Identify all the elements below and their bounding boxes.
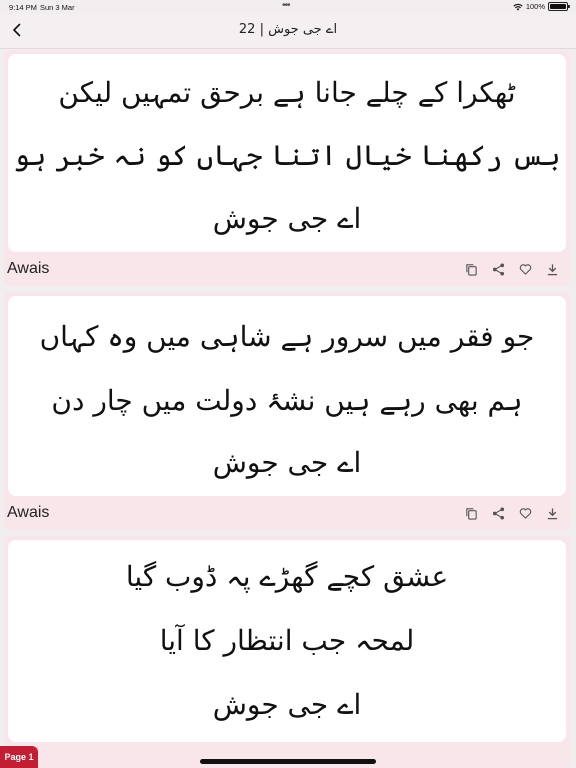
status-date: Sun 3 Mar <box>40 3 75 12</box>
heart-icon <box>519 264 532 275</box>
card-actions <box>464 262 560 277</box>
copy-button[interactable] <box>464 506 479 521</box>
page-badge[interactable]: Page 1 <box>0 746 38 768</box>
copy-icon <box>466 508 477 520</box>
download-icon <box>547 264 558 276</box>
page-title: اے جی جوش | 22 <box>238 22 338 37</box>
verse-line: عشق کچے گھڑے پہ ڈوب گیا <box>125 560 449 593</box>
favorite-button[interactable] <box>518 262 533 277</box>
copy-icon <box>466 264 477 276</box>
copy-button[interactable] <box>464 262 479 277</box>
home-indicator[interactable] <box>200 759 376 764</box>
verse-line: بس رکھنا خیال اتنا جہاں کو نہ خبر ہو <box>13 139 561 172</box>
verse-line: ہم بھی رہے ہیں نشۂ دولت میں چار دن <box>51 384 523 417</box>
battery-icon <box>548 2 570 11</box>
poem-text-box[interactable]: عشق کچے گھڑے پہ ڈوب گیا لمحہ جب انتظار ک… <box>8 540 566 742</box>
poem-text-box[interactable]: جو فقر میں سرور ہے شاہی میں وہ کہاں ہم ب… <box>8 296 566 496</box>
author-name: Awais <box>7 504 50 521</box>
verse-line: لمحہ جب انتظار کا آیا <box>159 624 415 657</box>
favorite-button[interactable] <box>518 506 533 521</box>
download-button[interactable] <box>545 262 560 277</box>
wifi-icon <box>513 3 523 10</box>
share-icon <box>492 263 505 276</box>
verse-line: ٹھکرا کے چلے جانا ہے برحق تمہیں لیکن <box>58 76 516 109</box>
author-name: Awais <box>7 260 50 277</box>
multitasking-dots[interactable]: ••• <box>282 0 290 11</box>
poet-name: اے جی جوش <box>212 202 362 235</box>
verse-line: جو فقر میں سرور ہے شاہی میں وہ کہاں <box>39 320 535 353</box>
poet-name: اے جی جوش <box>212 446 362 479</box>
poem-card: ٹھکرا کے چلے جانا ہے برحق تمہیں لیکن بس … <box>4 50 570 286</box>
share-button[interactable] <box>491 262 506 277</box>
card-actions <box>464 506 560 521</box>
status-time: 9:14 PM <box>9 3 37 12</box>
heart-icon <box>519 508 532 519</box>
battery-percent: 100% <box>525 2 545 11</box>
poem-card: جو فقر میں سرور ہے شاہی میں وہ کہاں ہم ب… <box>4 292 570 530</box>
share-button[interactable] <box>491 506 506 521</box>
nav-bar: اے جی جوش | 22 <box>0 14 576 49</box>
status-bar: 9:14 PM Sun 3 Mar ••• 100% <box>0 0 576 14</box>
download-icon <box>547 508 558 520</box>
poem-text-box[interactable]: ٹھکرا کے چلے جانا ہے برحق تمہیں لیکن بس … <box>8 54 566 252</box>
download-button[interactable] <box>545 506 560 521</box>
poem-card: عشق کچے گھڑے پہ ڈوب گیا لمحہ جب انتظار ک… <box>4 536 570 768</box>
share-icon <box>492 507 505 520</box>
status-right: 100% <box>513 2 570 11</box>
poet-name: اے جی جوش <box>212 688 362 721</box>
